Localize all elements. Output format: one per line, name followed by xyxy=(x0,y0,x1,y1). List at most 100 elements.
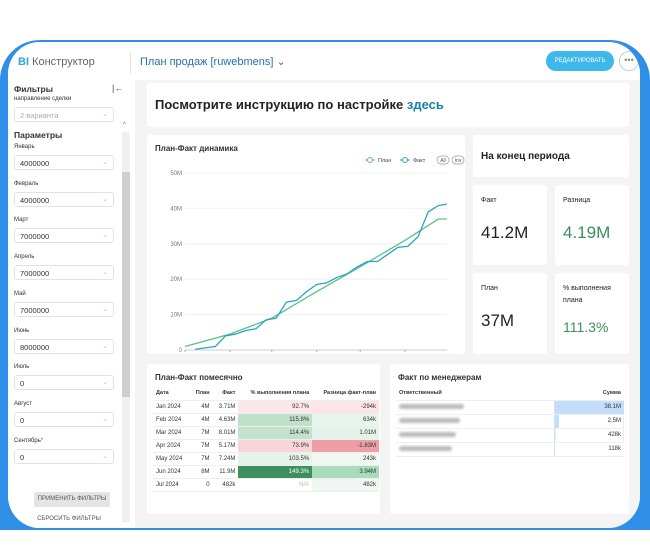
table-cell: 0 xyxy=(189,478,213,492)
y-tick-label: 40M xyxy=(170,206,182,212)
legend-button-label: All xyxy=(440,158,446,164)
param-select[interactable]: 7000000 ⌄ xyxy=(14,301,114,317)
table-row: Jun 2024 8M 11.9M 149.3% 3.94M xyxy=(153,465,379,479)
column-header[interactable]: Дата xyxy=(153,387,190,401)
table-cell: 7M xyxy=(189,426,213,440)
deal-direction-select[interactable]: 2 варианта ⌄ xyxy=(14,107,114,122)
chevron-down-icon: ⌄ xyxy=(102,195,108,203)
legend-label-1: Факт xyxy=(413,158,426,164)
monthly-title: План-Факт помесячно xyxy=(155,373,243,382)
table-row: Jul 2024 0 482k N/A 482k xyxy=(153,478,379,492)
chevron-down-icon: ⌄ xyxy=(276,56,286,68)
table-cell: 243k xyxy=(312,452,379,466)
param-select[interactable]: 8000000 ⌄ xyxy=(14,338,114,354)
plan-fact-chart: 010M20M30M40M50M2024FebMarAprMayJunПланФ… xyxy=(170,155,465,354)
table-cell: 5.17M xyxy=(212,439,239,453)
y-tick-label: 30M xyxy=(170,242,182,248)
table-cell: Mar 2024 xyxy=(153,426,190,440)
table-cell: 149.3% xyxy=(238,465,313,479)
legend-marker xyxy=(402,157,408,163)
monthly-table: Дата План Факт% выполнения плана Разница фа… xyxy=(153,387,379,492)
more-icon[interactable]: ••• xyxy=(619,51,639,71)
legend-button-label: Inv xyxy=(455,158,462,164)
collapse-sidebar-icon[interactable]: |← xyxy=(112,83,123,93)
column-header[interactable]: Ответственный xyxy=(396,387,554,401)
column-header[interactable]: Сумма xyxy=(554,387,624,401)
param-label: Август xyxy=(14,400,33,407)
chevron-down-icon: ⌄ xyxy=(102,305,108,313)
param-select[interactable]: 4000000 ⌄ xyxy=(14,191,114,207)
app-window: BI Конструктор План продаж [ruwebmens] ⌄… xyxy=(8,42,640,528)
managers-table: Ответственный Сумма 38.1M 2.5M 428k 118k xyxy=(396,387,624,457)
series-line-1 xyxy=(195,203,448,350)
table-cell: Feb 2024 xyxy=(153,413,190,427)
reset-filters-button[interactable]: СБРОСИТЬ ФИЛЬТРЫ xyxy=(14,516,124,522)
table-cell: 3.94M xyxy=(312,465,379,479)
dashboard: Посмотрите инструкцию по настройке здесь… xyxy=(135,80,640,528)
period-title-card: На конец периода xyxy=(473,135,629,177)
table-cell: -1.83M xyxy=(312,439,379,453)
param-select[interactable]: 7000000 ⌄ xyxy=(14,228,114,244)
deal-direction-label: направление сделки xyxy=(14,96,72,102)
table-cell: Apr 2024 xyxy=(153,439,190,453)
table-cell: 3.71M xyxy=(212,400,239,414)
top-bar: BI Конструктор План продаж [ruwebmens] ⌄… xyxy=(8,42,640,80)
managers-title: Факт по менеджерам xyxy=(398,373,482,382)
param-select[interactable]: 4000000 ⌄ xyxy=(14,155,114,170)
column-header[interactable]: Факт xyxy=(212,387,239,401)
monthly-table-card: План-Факт помесячно Дата План Факт% выполн… xyxy=(147,364,380,514)
chevron-down-icon: ⌄ xyxy=(102,111,108,118)
column-header[interactable]: % выполнения плана xyxy=(238,387,313,401)
logo: BI Конструктор xyxy=(18,56,95,68)
table-cell: 8.01M xyxy=(212,426,239,440)
params-title: Параметры xyxy=(14,130,63,140)
table-row: 428k xyxy=(396,428,624,443)
plan-fact-chart-card: План-Факт динамика 010M20M30M40M50M2024F… xyxy=(147,135,465,354)
table-cell: 8M xyxy=(189,465,213,479)
param-label: Апрель xyxy=(14,254,35,261)
redacted-name xyxy=(399,417,460,423)
table-cell: 11.9M xyxy=(212,465,239,479)
param-label: Сентябрь* xyxy=(14,437,44,444)
table-cell: -294k xyxy=(312,400,379,414)
instruction-banner: Посмотрите инструкцию по настройке здесь xyxy=(147,83,629,127)
apply-filters-button[interactable]: ПРИМЕНИТЬ ФИЛЬТРЫ xyxy=(34,492,110,507)
table-row: May 2024 7M 7.24M 103.5% 243k xyxy=(153,452,379,466)
table-cell: 482k xyxy=(312,478,379,492)
param-label: Март xyxy=(14,217,29,224)
table-cell: 73.9% xyxy=(238,439,313,453)
table-cell: 7M xyxy=(189,439,213,453)
table-row: 118k xyxy=(396,442,624,457)
column-header[interactable]: Разница факт-план xyxy=(312,387,379,401)
sum-cell: 2.5M xyxy=(553,414,624,429)
scroll-up-icon[interactable]: ^ xyxy=(123,122,126,128)
scrollbar[interactable]: ^ xyxy=(122,122,130,522)
table-cell: 114.4% xyxy=(238,426,313,440)
kpi-pct: % выполнения плана 111.3% xyxy=(555,273,629,354)
table-row: Mar 2024 7M 8.01M 114.4% 1.01M xyxy=(153,426,379,440)
table-cell: 4.63M xyxy=(212,413,239,427)
series-line-0 xyxy=(184,218,447,348)
kpi-diff: Разница 4.19M xyxy=(555,185,629,265)
required-mark: * xyxy=(40,437,44,444)
legend-marker xyxy=(367,157,373,163)
sidebar: Фильтры |← направление сделки 2 варианта… xyxy=(8,80,130,528)
param-label: Январь xyxy=(14,144,35,150)
param-select[interactable]: 0 ⌄ xyxy=(14,411,114,427)
param-select[interactable]: 0 ⌄ xyxy=(14,375,114,391)
chevron-down-icon: ⌄ xyxy=(102,415,108,423)
instruction-link[interactable]: здесь xyxy=(407,97,444,112)
edit-button[interactable]: РЕДАКТИРОВАТЬ xyxy=(546,51,614,71)
kpi-plan: План 37M xyxy=(473,273,547,354)
param-select[interactable]: 7000000 ⌄ xyxy=(14,265,114,281)
table-cell: 7.24M xyxy=(212,452,239,466)
table-row: Apr 2024 7M 5.17M 73.9% -1.83M xyxy=(153,439,379,453)
table-cell: 7M xyxy=(189,452,213,466)
legend-label-0: План xyxy=(378,158,391,164)
dashboard-title-dropdown[interactable]: План продаж [ruwebmens] ⌄ xyxy=(140,55,286,68)
table-cell: 4M xyxy=(189,413,213,427)
redacted-name xyxy=(399,445,452,451)
param-select[interactable]: 0 ⌄ xyxy=(14,448,114,464)
column-header[interactable]: План xyxy=(189,387,213,401)
y-tick-label: 10M xyxy=(170,313,182,319)
